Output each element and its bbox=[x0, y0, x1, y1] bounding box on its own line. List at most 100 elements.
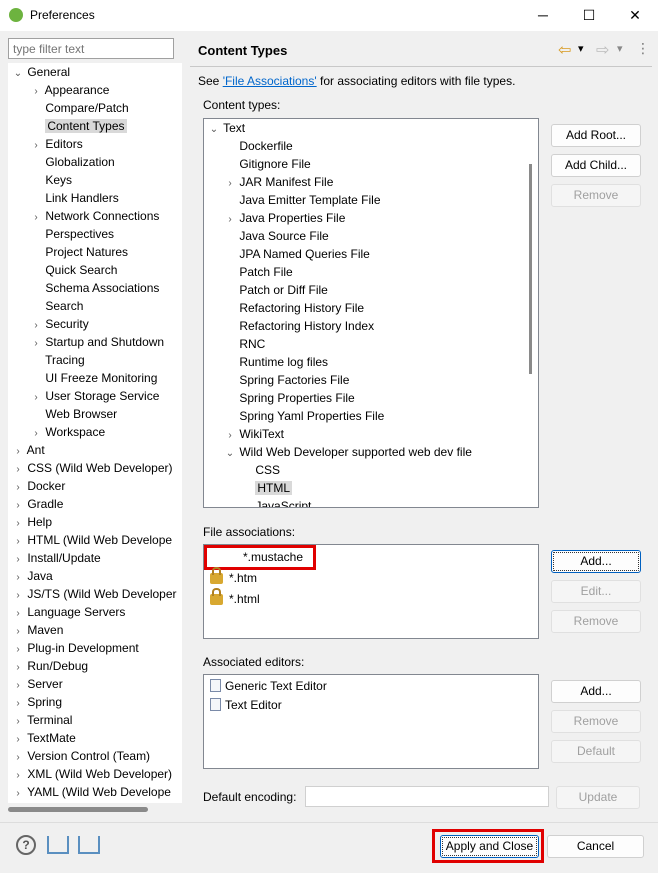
tree-item[interactable]: HTML bbox=[240, 479, 293, 497]
tree-item[interactable]: › Maven bbox=[12, 621, 63, 639]
add-child-button[interactable]: Add Child... bbox=[551, 154, 641, 177]
horizontal-scrollbar[interactable] bbox=[8, 803, 182, 817]
chevron-right-icon[interactable]: › bbox=[12, 785, 24, 803]
close-button[interactable]: ✕ bbox=[612, 0, 658, 31]
tree-item[interactable]: Refactoring History Index bbox=[224, 317, 374, 335]
tree-item[interactable]: › HTML (Wild Web Develope bbox=[12, 531, 172, 549]
tree-item[interactable]: Dockerfile bbox=[224, 137, 292, 155]
tree-item[interactable]: › User Storage Service bbox=[30, 387, 159, 405]
tree-item[interactable]: › CSS (Wild Web Developer) bbox=[12, 459, 172, 477]
maximize-button[interactable]: ☐ bbox=[566, 0, 612, 31]
remove-file-association-button[interactable]: Remove bbox=[551, 610, 641, 633]
minimize-button[interactable]: ─ bbox=[520, 0, 566, 31]
default-encoding-input[interactable] bbox=[305, 786, 549, 807]
tree-item[interactable]: RNC bbox=[224, 335, 265, 353]
tree-item[interactable]: › Editors bbox=[30, 135, 82, 153]
tree-item[interactable]: Search bbox=[30, 297, 83, 315]
menu-icon[interactable]: ⋮ bbox=[636, 40, 650, 57]
tree-item[interactable]: UI Freeze Monitoring bbox=[30, 369, 157, 387]
tree-item[interactable]: ⌄ Text bbox=[208, 119, 245, 137]
tree-item[interactable]: Spring Yaml Properties File bbox=[224, 407, 384, 425]
tree-item[interactable]: › Help bbox=[12, 513, 52, 531]
tree-item[interactable]: Content Types bbox=[30, 117, 127, 135]
tree-item[interactable]: › Install/Update bbox=[12, 549, 100, 567]
default-editor-button[interactable]: Default bbox=[551, 740, 641, 763]
tree-item[interactable]: Gitignore File bbox=[224, 155, 310, 173]
tree-item[interactable]: › YAML (Wild Web Develope bbox=[12, 783, 171, 801]
tree-item[interactable]: › XML (Wild Web Developer) bbox=[12, 765, 172, 783]
remove-content-type-button[interactable]: Remove bbox=[551, 184, 641, 207]
add-file-association-button[interactable]: Add... bbox=[551, 550, 641, 573]
tree-item[interactable]: › Docker bbox=[12, 477, 65, 495]
preferences-tree[interactable]: ⌄ General › Appearance Compare/Patch Cont… bbox=[8, 63, 182, 803]
tree-item[interactable]: Project Natures bbox=[30, 243, 128, 261]
filter-input[interactable] bbox=[8, 38, 174, 59]
tree-item[interactable]: Runtime log files bbox=[224, 353, 328, 371]
tree-item[interactable]: › Java bbox=[12, 567, 52, 585]
remove-editor-button[interactable]: Remove bbox=[551, 710, 641, 733]
content-types-tree[interactable]: ⌄ Text Dockerfile Gitignore File › JAR Ma… bbox=[203, 118, 539, 508]
tree-item[interactable]: Patch or Diff File bbox=[224, 281, 327, 299]
tree-item[interactable]: › TextMate bbox=[12, 729, 75, 747]
tree-item[interactable]: ⌄ General bbox=[12, 63, 70, 81]
tree-item[interactable]: › WikiText bbox=[224, 425, 284, 443]
file-association-item[interactable]: *.html bbox=[210, 588, 260, 608]
back-icon[interactable]: ⇦ bbox=[558, 40, 571, 60]
file-associations-list[interactable]: *.mustache *.htm *.html bbox=[203, 544, 539, 639]
tree-item[interactable]: › Workspace bbox=[30, 423, 105, 441]
tree-item[interactable]: › Security bbox=[30, 315, 88, 333]
tree-item[interactable]: › Server bbox=[12, 675, 62, 693]
tree-item[interactable]: Refactoring History File bbox=[224, 299, 364, 317]
tree-item[interactable]: › Appearance bbox=[30, 81, 109, 99]
tree-item[interactable]: Schema Associations bbox=[30, 279, 159, 297]
add-root-button[interactable]: Add Root... bbox=[551, 124, 641, 147]
file-associations-link[interactable]: 'File Associations' bbox=[223, 74, 317, 88]
cancel-button[interactable]: Cancel bbox=[547, 835, 644, 858]
tree-item[interactable]: Spring Properties File bbox=[224, 389, 354, 407]
edit-file-association-button[interactable]: Edit... bbox=[551, 580, 641, 603]
apply-and-close-button[interactable]: Apply and Close bbox=[440, 835, 539, 858]
tree-item[interactable]: Java Emitter Template File bbox=[224, 191, 380, 209]
tree-item[interactable]: › Startup and Shutdown bbox=[30, 333, 164, 351]
tree-item[interactable]: Tracing bbox=[30, 351, 85, 369]
tree-item[interactable]: Spring Factories File bbox=[224, 371, 349, 389]
chevron-down-icon[interactable]: ⌄ bbox=[224, 445, 236, 463]
tree-item[interactable]: Java Source File bbox=[224, 227, 328, 245]
tree-item[interactable]: › Java Properties File bbox=[224, 209, 345, 227]
tree-item[interactable]: Web Browser bbox=[30, 405, 117, 423]
tree-item[interactable]: › Terminal bbox=[12, 711, 72, 729]
tree-item[interactable]: Patch File bbox=[224, 263, 292, 281]
tree-item[interactable]: › Plug-in Development bbox=[12, 639, 138, 657]
update-button[interactable]: Update bbox=[556, 786, 640, 809]
tree-item[interactable]: JavaScript bbox=[240, 497, 311, 507]
tree-item[interactable]: › JS/TS (Wild Web Developer bbox=[12, 585, 176, 603]
tree-item[interactable]: › Run/Debug bbox=[12, 657, 88, 675]
tree-item[interactable]: › Network Connections bbox=[30, 207, 159, 225]
tree-item[interactable]: Compare/Patch bbox=[30, 99, 128, 117]
tree-item[interactable]: Keys bbox=[30, 171, 72, 189]
tree-item[interactable]: Quick Search bbox=[30, 261, 117, 279]
file-association-item[interactable]: *.htm bbox=[210, 567, 257, 587]
import-icon[interactable] bbox=[47, 836, 69, 854]
editor-item[interactable]: Text Editor bbox=[210, 696, 282, 714]
tree-item[interactable]: › Ant bbox=[12, 441, 44, 459]
tree-item[interactable]: Globalization bbox=[30, 153, 114, 171]
file-association-item[interactable]: *.mustache bbox=[204, 545, 316, 570]
forward-dropdown-icon[interactable]: ▾ bbox=[617, 42, 623, 55]
chevron-down-icon[interactable]: ⌄ bbox=[208, 121, 220, 139]
back-dropdown-icon[interactable]: ▾ bbox=[578, 42, 584, 55]
chevron-down-icon[interactable]: ⌄ bbox=[12, 65, 24, 83]
tree-item[interactable]: › Spring bbox=[12, 693, 62, 711]
tree-item[interactable]: › Language Servers bbox=[12, 603, 125, 621]
editor-item[interactable]: Generic Text Editor bbox=[210, 677, 327, 695]
tree-item[interactable]: › Version Control (Team) bbox=[12, 747, 150, 765]
tree-item[interactable]: JPA Named Queries File bbox=[224, 245, 370, 263]
add-editor-button[interactable]: Add... bbox=[551, 680, 641, 703]
tree-item[interactable]: › Gradle bbox=[12, 495, 63, 513]
tree-item[interactable]: ⌄ Wild Web Developer supported web dev f… bbox=[224, 443, 472, 461]
associated-editors-list[interactable]: Generic Text Editor Text Editor bbox=[203, 674, 539, 769]
export-icon[interactable] bbox=[78, 836, 100, 854]
tree-item[interactable]: Link Handlers bbox=[30, 189, 118, 207]
tree-item[interactable]: Perspectives bbox=[30, 225, 114, 243]
forward-icon[interactable]: ⇨ bbox=[596, 40, 609, 60]
